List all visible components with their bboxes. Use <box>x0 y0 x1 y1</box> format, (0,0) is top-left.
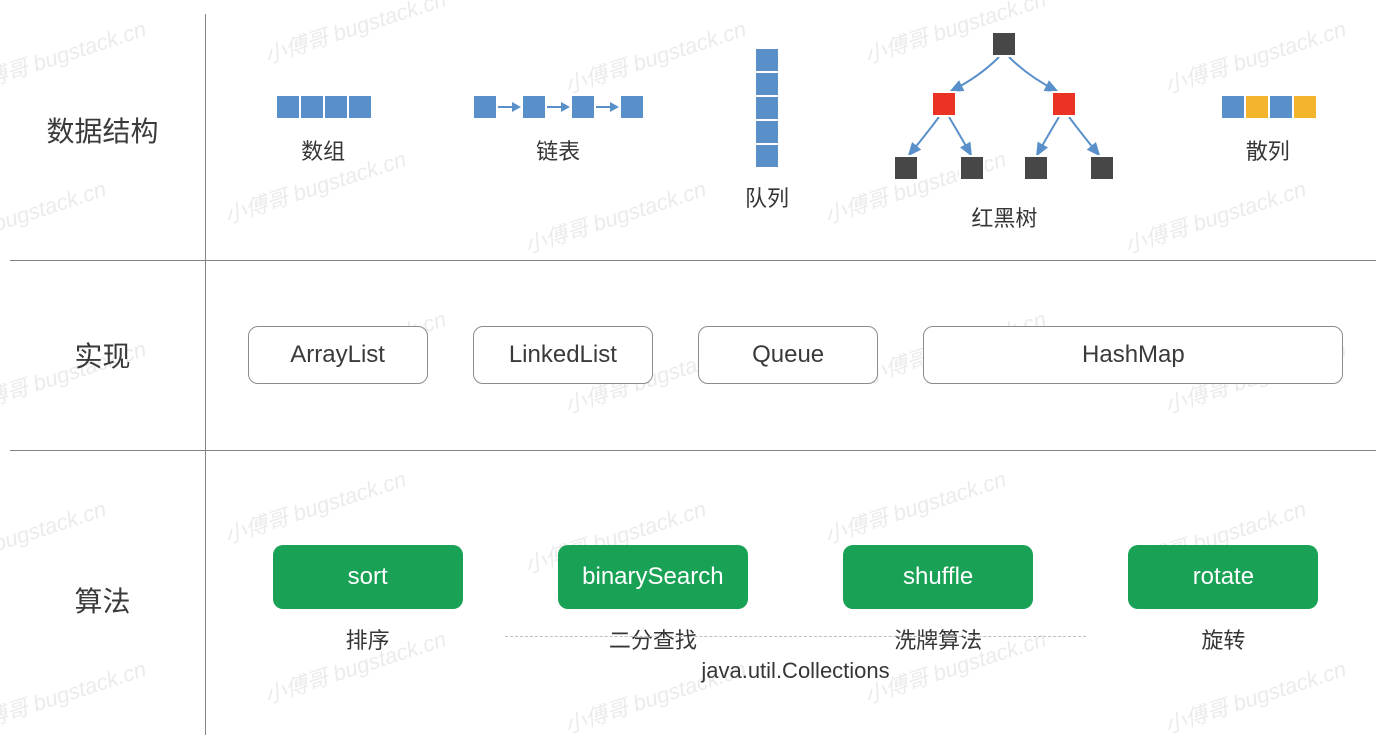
structure-array: 数组 <box>275 94 371 166</box>
linked-node-icon <box>472 94 498 120</box>
link-line-icon <box>596 106 610 108</box>
algo-binarysearch: binarySearch 二分查找 <box>558 545 748 655</box>
tree-red-node-icon <box>1051 91 1077 117</box>
queue-visual <box>754 47 780 167</box>
hash-bucket-icon <box>1268 94 1294 120</box>
rbtree-visual <box>889 27 1119 187</box>
tree-root-icon <box>991 31 1017 57</box>
structure-queue: 队列 <box>745 47 789 213</box>
row-label-impl: 实现 <box>0 260 205 450</box>
tree-black-node-icon <box>1089 155 1115 181</box>
row-content-structures: 数组 链表 队列 <box>205 0 1386 260</box>
linked-list-visual <box>472 94 645 120</box>
tree-black-node-icon <box>893 155 919 181</box>
algo-sub-shuffle: 洗牌算法 <box>894 623 982 655</box>
tree-black-node-icon <box>1023 155 1049 181</box>
structure-linked-list: 链表 <box>472 94 645 166</box>
row-content-impl: ArrayList LinkedList Queue HashMap <box>205 260 1386 450</box>
impl-arraylist: ArrayList <box>248 326 428 384</box>
structure-label: 散列 <box>1246 134 1290 166</box>
queue-cell-icon <box>754 47 780 73</box>
algo-shuffle: shuffle 洗牌算法 <box>843 545 1033 655</box>
queue-cell-icon <box>754 119 780 145</box>
queue-cell-icon <box>754 95 780 121</box>
link-line-icon <box>498 106 512 108</box>
queue-cell-icon <box>754 71 780 97</box>
queue-cell-icon <box>754 143 780 169</box>
structure-label: 红黑树 <box>971 201 1037 233</box>
collections-footer: java.util.Collections <box>205 658 1386 684</box>
link-line-icon <box>547 106 561 108</box>
arrow-right-icon <box>512 102 521 112</box>
algo-sub-rotate: 旋转 <box>1201 623 1245 655</box>
algo-sort: sort 排序 <box>273 545 463 655</box>
hash-visual <box>1220 94 1316 120</box>
tree-black-node-icon <box>959 155 985 181</box>
row-label-algo: 算法 <box>0 450 205 749</box>
linked-node-icon <box>619 94 645 120</box>
algo-sub-binarysearch: 二分查找 <box>609 623 697 655</box>
arrow-right-icon <box>561 102 570 112</box>
divider-horizontal <box>10 260 1376 261</box>
impl-linkedlist: LinkedList <box>473 326 653 384</box>
array-cell-icon <box>347 94 373 120</box>
diagram-grid: 数据结构 数组 链表 <box>0 0 1386 749</box>
divider-dashed <box>505 636 1086 637</box>
structure-rbtree: 红黑树 <box>889 27 1119 233</box>
linked-node-icon <box>570 94 596 120</box>
hash-bucket-icon <box>1220 94 1246 120</box>
row-content-algo: sort 排序 binarySearch 二分查找 shuffle 洗牌算法 r… <box>205 450 1386 749</box>
arrow-right-icon <box>610 102 619 112</box>
array-cell-icon <box>323 94 349 120</box>
hash-bucket-icon <box>1244 94 1270 120</box>
algo-button-rotate: rotate <box>1128 545 1318 609</box>
structure-label: 链表 <box>536 134 580 166</box>
algo-button-shuffle: shuffle <box>843 545 1033 609</box>
linked-node-icon <box>521 94 547 120</box>
tree-red-node-icon <box>931 91 957 117</box>
array-cell-icon <box>299 94 325 120</box>
algo-button-binarysearch: binarySearch <box>558 545 748 609</box>
structure-label: 数组 <box>301 134 345 166</box>
divider-vertical <box>205 14 206 735</box>
impl-queue: Queue <box>698 326 878 384</box>
hash-bucket-icon <box>1292 94 1318 120</box>
row-label-structures: 数据结构 <box>0 0 205 260</box>
impl-hashmap: HashMap <box>923 326 1343 384</box>
algo-button-sort: sort <box>273 545 463 609</box>
structure-label: 队列 <box>745 181 789 213</box>
divider-horizontal <box>10 450 1376 451</box>
structure-hash: 散列 <box>1220 94 1316 166</box>
array-cell-icon <box>275 94 301 120</box>
algo-rotate: rotate 旋转 <box>1128 545 1318 655</box>
algo-sub-sort: 排序 <box>346 623 390 655</box>
array-visual <box>275 94 371 120</box>
